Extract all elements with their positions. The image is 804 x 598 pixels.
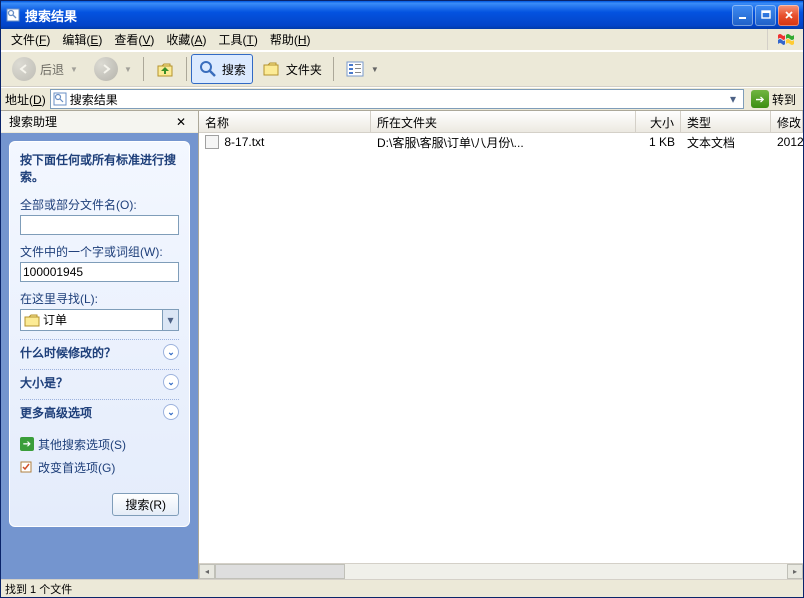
cell-size: 1 KB: [636, 135, 681, 149]
menu-edit[interactable]: 编辑(E): [56, 29, 108, 50]
folders-icon: [262, 59, 282, 79]
chevron-down-icon: ▼: [124, 65, 132, 74]
horizontal-scrollbar[interactable]: ◂ ▸: [199, 563, 803, 579]
other-search-options-link[interactable]: ➔ 其他搜索选项(S): [20, 433, 179, 456]
close-pane-button[interactable]: ✕: [172, 115, 190, 129]
filename-label: 全部或部分文件名(O):: [20, 196, 179, 213]
lookin-select[interactable]: 订单 ▾: [20, 309, 179, 331]
expander-advanced[interactable]: 更多高级选项 ⌄: [20, 399, 179, 425]
col-modified[interactable]: 修改: [771, 111, 803, 132]
folders-button[interactable]: 文件夹: [255, 54, 329, 84]
minimize-button[interactable]: [732, 5, 753, 26]
search-icon: [198, 59, 218, 79]
address-icon: [53, 92, 67, 106]
scroll-right-button[interactable]: ▸: [787, 564, 803, 579]
title-bar: 搜索结果: [1, 1, 803, 29]
separator: [333, 57, 334, 81]
address-label: 地址(D): [5, 91, 46, 108]
menu-tools[interactable]: 工具(T): [212, 29, 263, 50]
search-submit-button[interactable]: 搜索(R): [112, 493, 179, 516]
menu-file[interactable]: 文件(F): [5, 29, 56, 50]
search-panel: 按下面任何或所有标准进行搜索。 全部或部分文件名(O): 文件中的一个字或词组(…: [9, 141, 190, 527]
chevron-down-icon: ⌄: [163, 404, 179, 420]
toolbar: 后退 ▼ ▼ 搜索 文件夹 ▼: [1, 51, 803, 87]
arrow-icon: ➔: [20, 437, 34, 451]
companion-title: 搜索助理: [9, 113, 172, 130]
menu-favorites[interactable]: 收藏(A): [160, 29, 212, 50]
up-folder-icon: [155, 59, 175, 79]
content-area: 搜索助理 ✕ 按下面任何或所有标准进行搜索。 全部或部分文件名(O): 文件中的…: [1, 111, 803, 579]
search-button[interactable]: 搜索: [191, 54, 253, 84]
cell-in-folder: D:\客服\客服\订单\八月份\...: [371, 134, 636, 151]
status-text: 找到 1 个文件: [5, 581, 72, 597]
cell-modified: 2012: [771, 135, 803, 149]
chevron-down-icon: ▼: [371, 65, 379, 74]
col-name[interactable]: 名称: [199, 111, 371, 132]
col-size[interactable]: 大小: [636, 111, 681, 132]
window-title: 搜索结果: [25, 6, 732, 25]
window-icon: [5, 7, 21, 23]
chevron-down-icon: ⌄: [163, 344, 179, 360]
separator: [143, 57, 144, 81]
views-button[interactable]: ▼: [338, 54, 386, 84]
expander-size[interactable]: 大小是？ ⌄: [20, 369, 179, 395]
preferences-icon: [20, 460, 34, 474]
change-preferences-link[interactable]: 改变首选项(G): [20, 456, 179, 479]
forward-button[interactable]: ▼: [87, 54, 139, 84]
expander-when-modified[interactable]: 什么时候修改的？ ⌄: [20, 339, 179, 365]
folder-icon: [24, 313, 40, 327]
result-row[interactable]: 8-17.txt D:\客服\客服\订单\八月份\... 1 KB 文本文档 2…: [199, 133, 803, 151]
companion-body: 按下面任何或所有标准进行搜索。 全部或部分文件名(O): 文件中的一个字或词组(…: [1, 133, 198, 579]
filename-input[interactable]: [20, 215, 179, 235]
forward-icon: [94, 57, 118, 81]
menu-bar: 文件(F) 编辑(E) 查看(V) 收藏(A) 工具(T) 帮助(H): [1, 29, 803, 51]
status-bar: 找到 1 个文件: [1, 579, 803, 597]
back-button[interactable]: 后退 ▼: [5, 54, 85, 84]
address-combo[interactable]: 搜索结果 ▾: [50, 89, 744, 109]
address-value: 搜索结果: [70, 91, 725, 108]
results-pane: 名称 所在文件夹 大小 类型 修改 8-17.txt D:\客服\客服\订单\八…: [199, 111, 803, 579]
maximize-button[interactable]: [755, 5, 776, 26]
separator: [186, 57, 187, 81]
windows-flag-icon: [767, 29, 803, 50]
menu-view[interactable]: 查看(V): [108, 29, 160, 50]
chevron-down-icon[interactable]: ▾: [725, 92, 741, 106]
chevron-down-icon: ⌄: [163, 374, 179, 390]
results-list[interactable]: 8-17.txt D:\客服\客服\订单\八月份\... 1 KB 文本文档 2…: [199, 133, 803, 563]
text-file-icon: [205, 135, 219, 149]
scroll-thumb[interactable]: [215, 564, 345, 579]
content-label: 文件中的一个字或词组(W):: [20, 243, 179, 260]
address-bar: 地址(D) 搜索结果 ▾ ➔ 转到: [1, 87, 803, 111]
go-button[interactable]: ➔ 转到: [748, 90, 799, 108]
cell-name: 8-17.txt: [224, 135, 264, 149]
close-button[interactable]: [778, 5, 799, 26]
companion-header: 搜索助理 ✕: [1, 111, 198, 133]
content-input[interactable]: [20, 262, 179, 282]
lookin-label: 在这里寻找(L):: [20, 290, 179, 307]
views-icon: [345, 59, 365, 79]
window-buttons: [732, 5, 799, 26]
col-type[interactable]: 类型: [681, 111, 771, 132]
scroll-left-button[interactable]: ◂: [199, 564, 215, 579]
column-headers: 名称 所在文件夹 大小 类型 修改: [199, 111, 803, 133]
cell-type: 文本文档: [681, 134, 771, 151]
chevron-down-icon: ▼: [70, 65, 78, 74]
go-icon: ➔: [751, 90, 769, 108]
col-in-folder[interactable]: 所在文件夹: [371, 111, 636, 132]
search-companion-pane: 搜索助理 ✕ 按下面任何或所有标准进行搜索。 全部或部分文件名(O): 文件中的…: [1, 111, 199, 579]
panel-heading: 按下面任何或所有标准进行搜索。: [20, 152, 179, 186]
up-button[interactable]: [148, 54, 182, 84]
back-icon: [12, 57, 36, 81]
menu-help[interactable]: 帮助(H): [264, 29, 317, 50]
chevron-down-icon[interactable]: ▾: [162, 310, 178, 330]
